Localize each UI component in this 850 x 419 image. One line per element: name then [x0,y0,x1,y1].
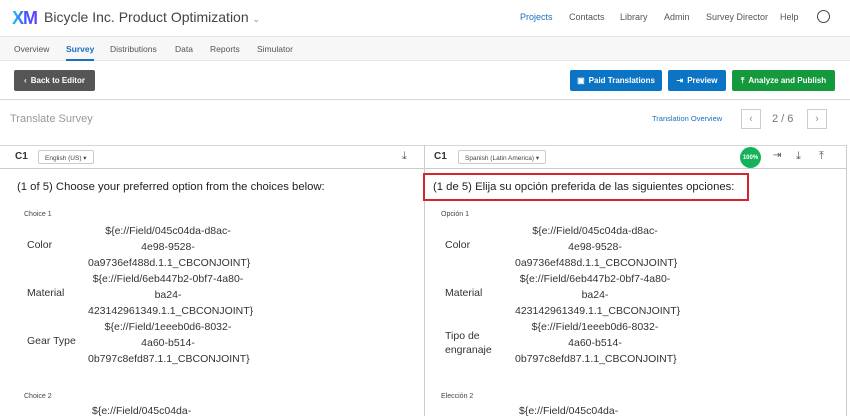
divider [0,99,850,100]
translate-icon: ▣ [577,76,585,85]
question-id: C1 [15,151,28,162]
download-icon[interactable]: ⤓ [402,150,407,163]
attribute-value: ${e://Field/1eeeb0d6-8032- 4a60-b514- 0b79… [515,319,677,367]
question-text: (1 of 5) Choose your preferred option fr… [17,181,325,193]
value-line: 4e98-9528- [141,241,195,253]
value-line: ${e://Field/1eeeb0d6-8032- [531,321,659,333]
value-line: 423142961349.1.1_CBCONJOINT} [88,305,254,317]
value-line: ba24- [154,289,182,301]
nav-survey-director[interactable]: Survey Director [706,12,768,22]
tab-survey[interactable]: Survey [66,44,95,61]
paid-translations-button[interactable]: ▣ Paid Translations [570,70,662,91]
page-title: Translate Survey [10,113,93,125]
progress-badge: 100% [740,147,761,168]
question-id: C1 [434,151,447,162]
nav-contacts[interactable]: Contacts [569,12,605,22]
target-language-value: Spanish (Latin America) [465,155,535,162]
chevron-left-icon: ‹ [24,76,27,85]
prev-page-button[interactable]: ‹ [741,109,761,129]
value-line: 4a60-b514- [568,337,622,349]
attribute-value: ${e://Field/1eeeb0d6-8032- 4a60-b514- 0b79… [88,319,250,367]
choice-value: ${e://Field/045c04da- [92,405,192,417]
choice-value: ${e://Field/045c04da- [519,405,619,417]
download-icon[interactable]: ⤓ [796,150,801,163]
attribute-value: ${e://Field/6eb447b2-0bf7-4a80- ba24- 4231… [515,271,681,319]
tab-data[interactable]: Data [175,44,193,54]
chevron-down-icon: ⌄ [252,14,261,24]
page-indicator: 2 / 6 [772,113,794,125]
panel-border [846,145,847,416]
attribute-label: Tipo de engranaje [445,330,492,356]
project-title[interactable]: Bicycle Inc. Product Optimization ⌄ [44,9,260,25]
tab-distributions[interactable]: Distributions [110,44,157,54]
value-line: 0b797c8efd87.1.1_CBCONJOINT} [515,353,677,365]
attribute-label: Material [27,287,65,299]
translation-overview-link[interactable]: Translation Overview [652,114,722,123]
nav-help[interactable]: Help [780,12,799,22]
value-line: 4e98-9528- [568,241,622,253]
preview-label: Preview [687,76,718,85]
tab-simulator[interactable]: Simulator [257,44,293,54]
attribute-value: ${e://Field/045c04da-d8ac- 4e98-9528- 0a97… [88,223,251,271]
xm-logo[interactable]: XM [12,8,38,29]
value-line: ${e://Field/6eb447b2-0bf7-4a80- [92,273,244,285]
publish-icon: ⤒ [740,75,745,85]
tab-reports[interactable]: Reports [210,44,240,54]
attribute-label: Gear Type [27,335,76,347]
value-line: 0a9736ef488d.1.1_CBCONJOINT} [88,257,251,269]
value-line: ${e://Field/045c04da-d8ac- [532,225,658,237]
source-language-value: English (US) [45,155,82,162]
next-page-button[interactable]: › [807,109,827,129]
attribute-label: Color [27,239,53,251]
attribute-value: ${e://Field/045c04da-d8ac- 4e98-9528- 0a97… [515,223,678,271]
divider [0,145,846,146]
analyze-publish-button[interactable]: ⤒ Analyze and Publish [732,70,835,91]
choice-label[interactable]: Elección 2 [441,393,473,400]
nav-library[interactable]: Library [620,12,648,22]
import-icon[interactable]: ⇥ [773,150,781,161]
upload-icon[interactable]: ⤒ [819,150,824,163]
value-line: ${e://Field/045c04da-d8ac- [105,225,231,237]
attribute-label: Color [445,239,471,251]
tab-bar: Overview Survey Distributions Data Repor… [0,37,850,61]
value-line: 423142961349.1.1_CBCONJOINT} [515,305,681,317]
attribute-value: ${e://Field/6eb447b2-0bf7-4a80- ba24- 4231… [88,271,254,319]
project-title-text: Bicycle Inc. Product Optimization [44,9,249,25]
paid-label: Paid Translations [588,76,655,85]
source-language-select[interactable]: English (US) ▾ [38,150,94,164]
user-avatar-icon[interactable] [817,10,830,23]
nav-projects[interactable]: Projects [520,12,553,22]
value-line: 0b797c8efd87.1.1_CBCONJOINT} [88,353,250,365]
value-line: ba24- [581,289,609,301]
tab-overview[interactable]: Overview [14,44,49,54]
back-label: Back to Editor [30,76,85,85]
target-language-select[interactable]: Spanish (Latin America) ▾ [458,150,547,164]
nav-admin[interactable]: Admin [664,12,690,22]
translated-question-text[interactable]: (1 de 5) Elija su opción preferida de la… [433,181,734,193]
choice-label: Choice 2 [24,393,52,400]
value-line: ${e://Field/1eeeb0d6-8032- [104,321,232,333]
preview-icon: ⇥ [676,76,684,85]
preview-button[interactable]: ⇥ Preview [668,70,726,91]
back-to-editor-button[interactable]: ‹ Back to Editor [14,70,95,91]
choice-label[interactable]: Opción 1 [441,211,469,218]
top-bar: XM Bicycle Inc. Product Optimization ⌄ P… [0,0,850,37]
divider [0,168,846,169]
attribute-label: Material [445,287,483,299]
value-line: ${e://Field/6eb447b2-0bf7-4a80- [519,273,671,285]
value-line: 4a60-b514- [141,337,195,349]
publish-label: Analyze and Publish [748,76,827,85]
value-line: 0a9736ef488d.1.1_CBCONJOINT} [515,257,678,269]
choice-label: Choice 1 [24,211,52,218]
